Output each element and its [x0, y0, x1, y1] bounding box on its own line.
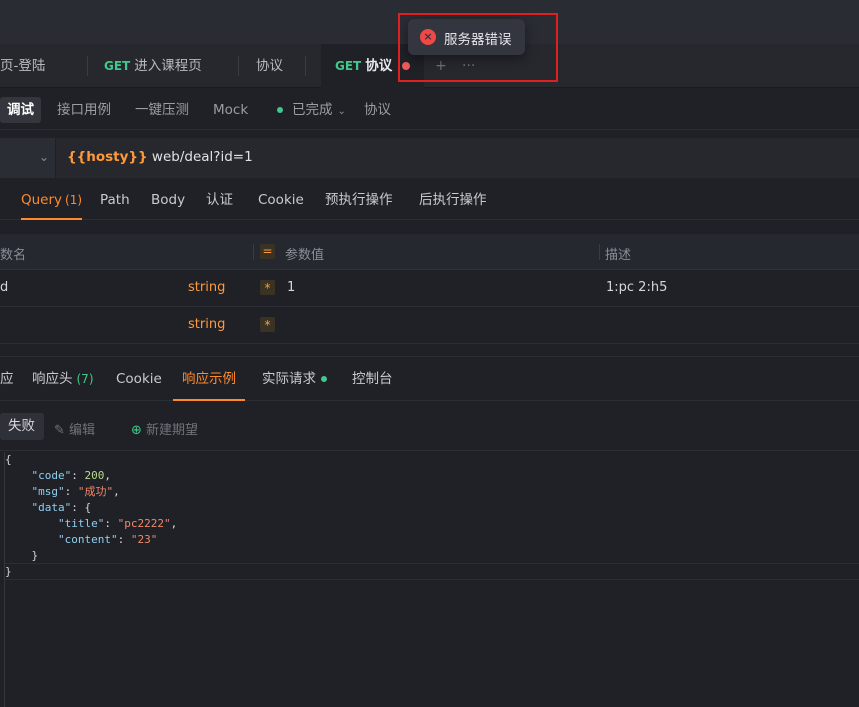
tab-response-headers[interactable]: 响应头 (7)	[32, 357, 94, 401]
line-highlight	[5, 579, 859, 580]
edit-button[interactable]: ✎ 编辑	[54, 419, 95, 438]
required-icon[interactable]: *	[260, 280, 275, 295]
tab-body[interactable]: Body	[151, 182, 185, 220]
example-fail-chip[interactable]: 失败	[0, 413, 44, 440]
response-tabs: 应 响应头 (7) Cookie 响应示例 实际请求 控制台	[0, 356, 859, 401]
tab-login[interactable]: 页-登陆	[0, 44, 45, 88]
code-line: "code": 200,	[31, 469, 112, 482]
tab-response-example[interactable]: 响应示例	[173, 357, 245, 401]
new-expectation-button[interactable]: ⊕ 新建期望	[131, 419, 198, 438]
request-param-tabs: Query (1) Path Body 认证 Cookie 预执行操作 后执行操作	[0, 182, 859, 220]
tab-path[interactable]: Path	[100, 182, 130, 220]
plus-circle-icon: ⊕	[131, 423, 142, 438]
params-header: 数名 = 参数值 描述	[0, 234, 859, 270]
tab-actual-request[interactable]: 实际请求	[262, 357, 327, 401]
stress-tab[interactable]: 一键压测	[135, 97, 189, 123]
header-value: 参数值	[285, 248, 325, 263]
tab-enter-course[interactable]: GET 进入课程页	[104, 44, 202, 88]
column-divider	[599, 244, 600, 260]
tab-cookie[interactable]: Cookie	[258, 182, 304, 220]
equals-icon: =	[260, 244, 275, 259]
table-row[interactable]: string *	[0, 307, 859, 344]
code-line: "title": "pc2222",	[57, 517, 178, 530]
tab-query[interactable]: Query (1)	[21, 182, 83, 220]
example-toolbar: 失败 ✎ 编辑 ⊕ 新建期望	[0, 401, 859, 451]
tab-response-cookie[interactable]: Cookie	[116, 357, 162, 401]
pencil-icon: ✎	[54, 423, 65, 438]
table-row[interactable]: d string * 1 1:pc 2:h5	[0, 270, 859, 307]
code-line: "msg": "成功",	[31, 485, 120, 498]
tab-divider	[305, 56, 306, 76]
status-dot-icon	[321, 376, 327, 382]
mode-toolbar: 调试 接口用例 一键压测 Mock 已完成 ⌄ 协议	[0, 88, 859, 130]
method-select[interactable]: ⌄	[0, 138, 56, 178]
tab-divider	[238, 56, 239, 76]
tab-divider	[87, 56, 88, 76]
code-line: }	[5, 565, 12, 578]
debug-tab[interactable]: 调试	[0, 97, 41, 123]
mock-tab[interactable]: Mock	[213, 97, 248, 123]
json-viewer[interactable]: { "code": 200, "msg": "成功", "data": { "t…	[0, 452, 859, 707]
param-desc[interactable]: 1:pc 2:h5	[606, 280, 667, 295]
status-dot-icon	[277, 107, 283, 113]
cases-tab[interactable]: 接口用例	[57, 97, 111, 123]
code-line: "content": "23"	[57, 533, 158, 546]
tab-response[interactable]: 应	[0, 357, 14, 401]
column-divider	[253, 244, 254, 260]
chevron-down-icon: ⌄	[337, 106, 346, 117]
param-type[interactable]: string	[188, 317, 225, 332]
tab-protocol[interactable]: 协议	[256, 44, 283, 88]
tab-pre-script[interactable]: 预执行操作	[325, 182, 393, 220]
url-input[interactable]: {{hosty}} web/deal?id=1	[67, 149, 253, 165]
param-name[interactable]: d	[0, 280, 8, 295]
param-type[interactable]: string	[188, 280, 225, 295]
code-line: {	[5, 453, 12, 466]
highlight-box	[398, 13, 558, 82]
header-desc: 描述	[605, 248, 632, 263]
status-select[interactable]: 已完成 ⌄	[277, 97, 346, 123]
tab-post-script[interactable]: 后执行操作	[419, 182, 487, 220]
protocol-name[interactable]: 协议	[364, 97, 391, 123]
header-name: 数名	[0, 248, 27, 263]
required-icon[interactable]: *	[260, 317, 275, 332]
tab-auth[interactable]: 认证	[206, 182, 233, 220]
tab-console[interactable]: 控制台	[352, 357, 393, 401]
line-highlight	[5, 563, 859, 564]
code-line: }	[31, 549, 39, 562]
code-line: "data": {	[31, 501, 92, 514]
chevron-down-icon: ⌄	[39, 150, 50, 164]
param-value[interactable]: 1	[287, 280, 295, 295]
url-bar: ⌄ {{hosty}} web/deal?id=1	[0, 138, 859, 178]
